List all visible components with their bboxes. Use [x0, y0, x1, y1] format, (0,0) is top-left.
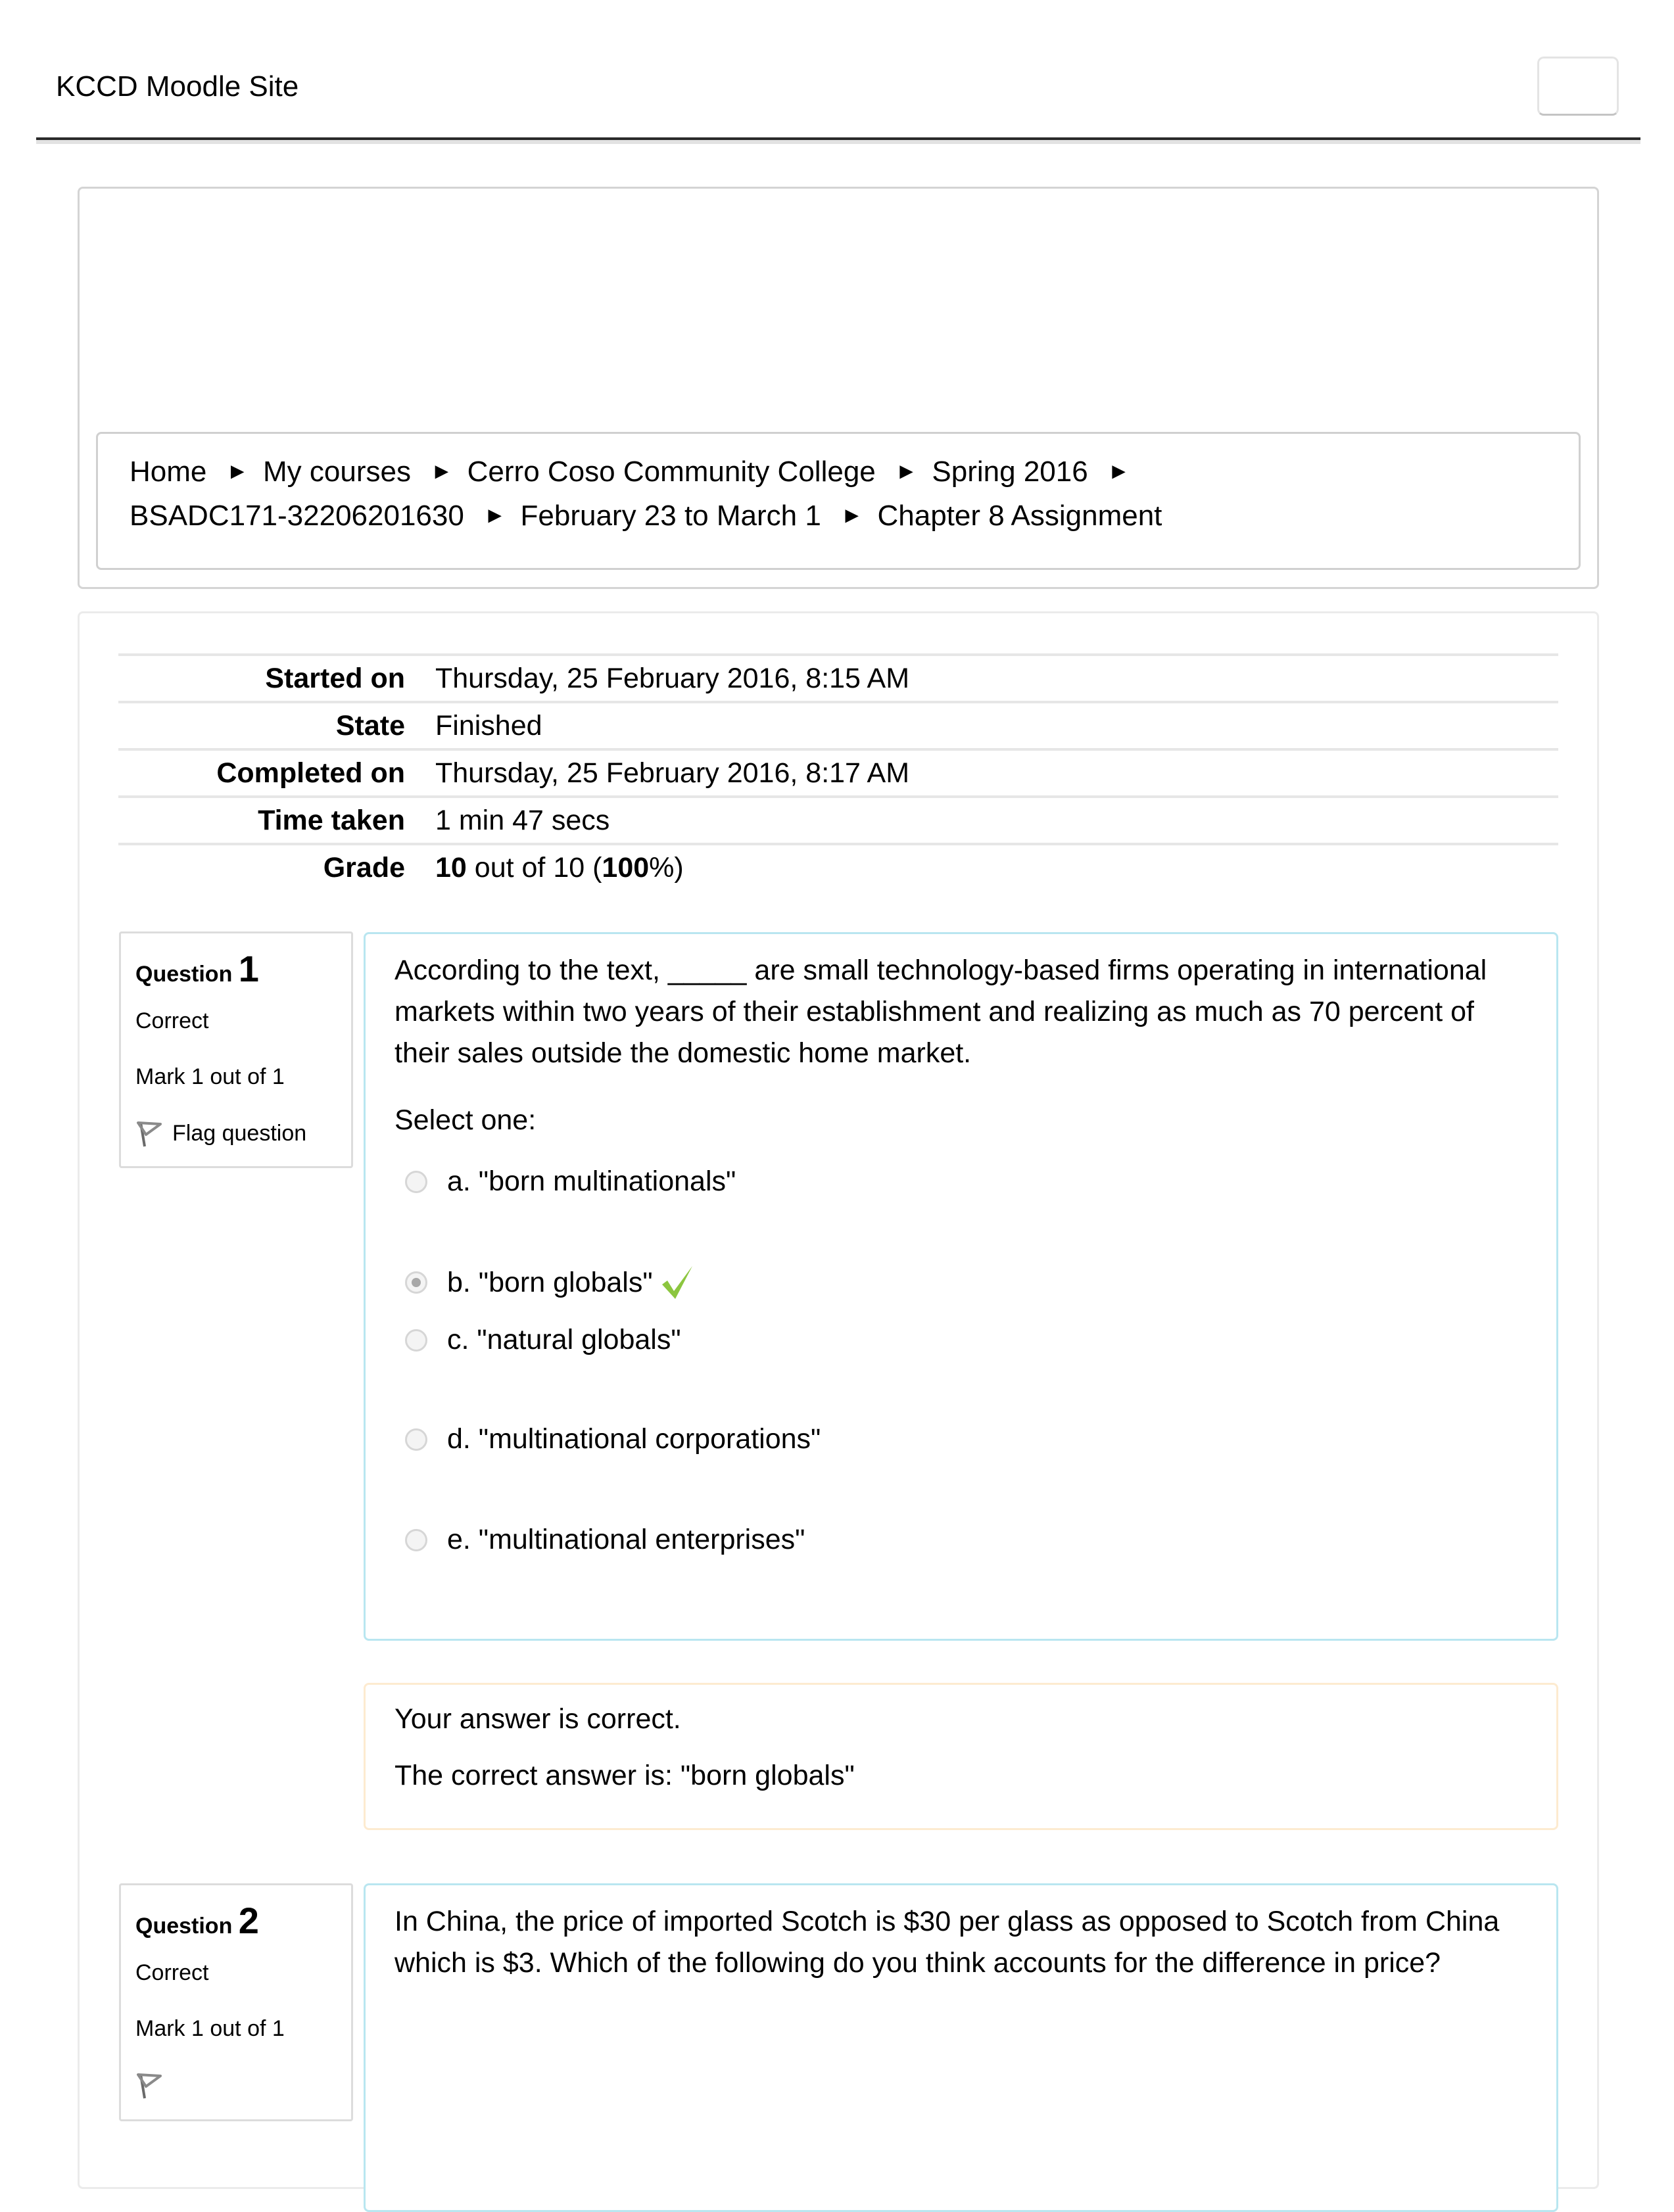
option-label: d. "multinational corporations"	[447, 1423, 821, 1455]
question-number: Question 1	[135, 948, 351, 995]
header-divider-shadow	[36, 140, 1640, 144]
flag-icon	[137, 2073, 162, 2099]
breadcrumb-line-2: BSADC171-32206201630 ► February 23 to Marc…	[130, 495, 1579, 539]
question-mark: Mark 1 out of 1	[135, 1064, 285, 1089]
question-mark: Mark 1 out of 1	[135, 2016, 285, 2041]
answer-option-b[interactable]: b. "born globals"	[405, 1265, 695, 1300]
breadcrumb-week[interactable]: February 23 to March 1	[521, 500, 821, 532]
grade-middle: out of 10 (	[466, 851, 602, 883]
question-number-value: 1	[238, 948, 259, 989]
attempt-summary-table: Started on Thursday, 25 February 2016, 8…	[118, 653, 1558, 890]
summary-label: Time taken	[118, 795, 435, 844]
feedback-correct-answer: The correct answer is: "born globals"	[395, 1760, 855, 1791]
breadcrumb-separator-icon: ►	[483, 503, 506, 528]
select-one-prompt: Select one:	[395, 1104, 537, 1136]
radio-button[interactable]	[405, 1170, 427, 1193]
answer-option-c[interactable]: c. "natural globals"	[405, 1324, 681, 1356]
grade-value: 10 out of 10 (100%)	[435, 843, 1558, 890]
feedback-result: Your answer is correct.	[395, 1703, 681, 1735]
question-text: According to the text, _____ are small t…	[395, 954, 1487, 1069]
summary-value: Finished	[435, 701, 1558, 749]
option-label: c. "natural globals"	[447, 1324, 681, 1355]
answer-option-a[interactable]: a. "born multinationals"	[405, 1165, 736, 1198]
breadcrumb: Home ► My courses ► Cerro Coso Community Col…	[96, 432, 1581, 570]
summary-row-time-taken: Time taken 1 min 47 secs	[118, 795, 1558, 844]
option-label: a. "born multinationals"	[447, 1165, 736, 1197]
summary-row-grade: Grade 10 out of 10 (100%)	[118, 843, 1558, 890]
breadcrumb-assignment[interactable]: Chapter 8 Assignment	[877, 500, 1162, 532]
breadcrumb-separator-icon: ►	[430, 459, 453, 484]
answer-option-e[interactable]: e. "multinational enterprises"	[405, 1524, 805, 1556]
question-label: Question	[135, 962, 233, 987]
question-state: Correct	[135, 1008, 209, 1033]
breadcrumb-separator-icon: ►	[226, 459, 249, 484]
flag-question-label: Flag question	[172, 1120, 307, 1146]
breadcrumb-course[interactable]: BSADC171-32206201630	[130, 500, 464, 532]
summary-value: 1 min 47 secs	[435, 795, 1558, 844]
breadcrumb-separator-icon: ►	[840, 503, 863, 528]
summary-row-started: Started on Thursday, 25 February 2016, 8…	[118, 653, 1558, 702]
grade-percent: 100	[602, 851, 650, 883]
question-label: Question	[135, 1914, 233, 1939]
breadcrumb-line-1: Home ► My courses ► Cerro Coso Community Col…	[130, 451, 1579, 495]
radio-button[interactable]	[405, 1528, 427, 1551]
breadcrumb-home[interactable]: Home	[130, 456, 206, 488]
navigation-toggle-button[interactable]	[1537, 57, 1619, 116]
grade-score: 10	[435, 851, 467, 883]
flag-icon	[137, 1121, 162, 1147]
radio-button[interactable]	[405, 1329, 427, 1352]
summary-label: Grade	[118, 843, 435, 890]
option-label: e. "multinational enterprises"	[447, 1524, 805, 1555]
question-1-content: According to the text, _____ are small t…	[364, 932, 1558, 1641]
breadcrumb-separator-icon: ►	[895, 459, 918, 484]
radio-button[interactable]	[405, 1428, 427, 1451]
summary-value: Thursday, 25 February 2016, 8:15 AM	[435, 653, 1558, 702]
question-1-feedback: Your answer is correct. The correct answ…	[364, 1683, 1558, 1830]
summary-label: State	[118, 701, 435, 749]
summary-value: Thursday, 25 February 2016, 8:17 AM	[435, 748, 1558, 797]
grade-end: %)	[649, 851, 684, 883]
question-text: In China, the price of imported Scotch i…	[395, 1906, 1500, 1979]
radio-button-selected[interactable]	[405, 1271, 427, 1294]
site-title[interactable]: KCCD Moodle Site	[56, 68, 299, 105]
question-number-value: 2	[238, 1900, 259, 1941]
question-2-content: In China, the price of imported Scotch i…	[364, 1883, 1558, 2212]
summary-row-state: State Finished	[118, 701, 1558, 749]
flag-question-button[interactable]: Flag question	[135, 1119, 351, 1148]
question-state: Correct	[135, 1960, 209, 1985]
summary-label: Started on	[118, 653, 435, 702]
answer-option-d[interactable]: d. "multinational corporations"	[405, 1423, 821, 1455]
question-1-info: Question 1 Correct Mark 1 out of 1 Flag …	[119, 931, 353, 1168]
breadcrumb-separator-icon: ►	[1107, 459, 1130, 484]
flag-question-button[interactable]	[135, 2071, 351, 2100]
breadcrumb-term[interactable]: Spring 2016	[932, 456, 1088, 488]
question-2-info: Question 2 Correct Mark 1 out of 1	[119, 1883, 353, 2121]
summary-label: Completed on	[118, 748, 435, 797]
question-number: Question 2	[135, 1900, 351, 1947]
correct-check-icon	[661, 1266, 692, 1299]
summary-row-completed: Completed on Thursday, 25 February 2016,…	[118, 748, 1558, 797]
breadcrumb-my-courses[interactable]: My courses	[263, 456, 411, 488]
option-label: b. "born globals"	[447, 1266, 653, 1298]
breadcrumb-college[interactable]: Cerro Coso Community College	[467, 456, 876, 488]
